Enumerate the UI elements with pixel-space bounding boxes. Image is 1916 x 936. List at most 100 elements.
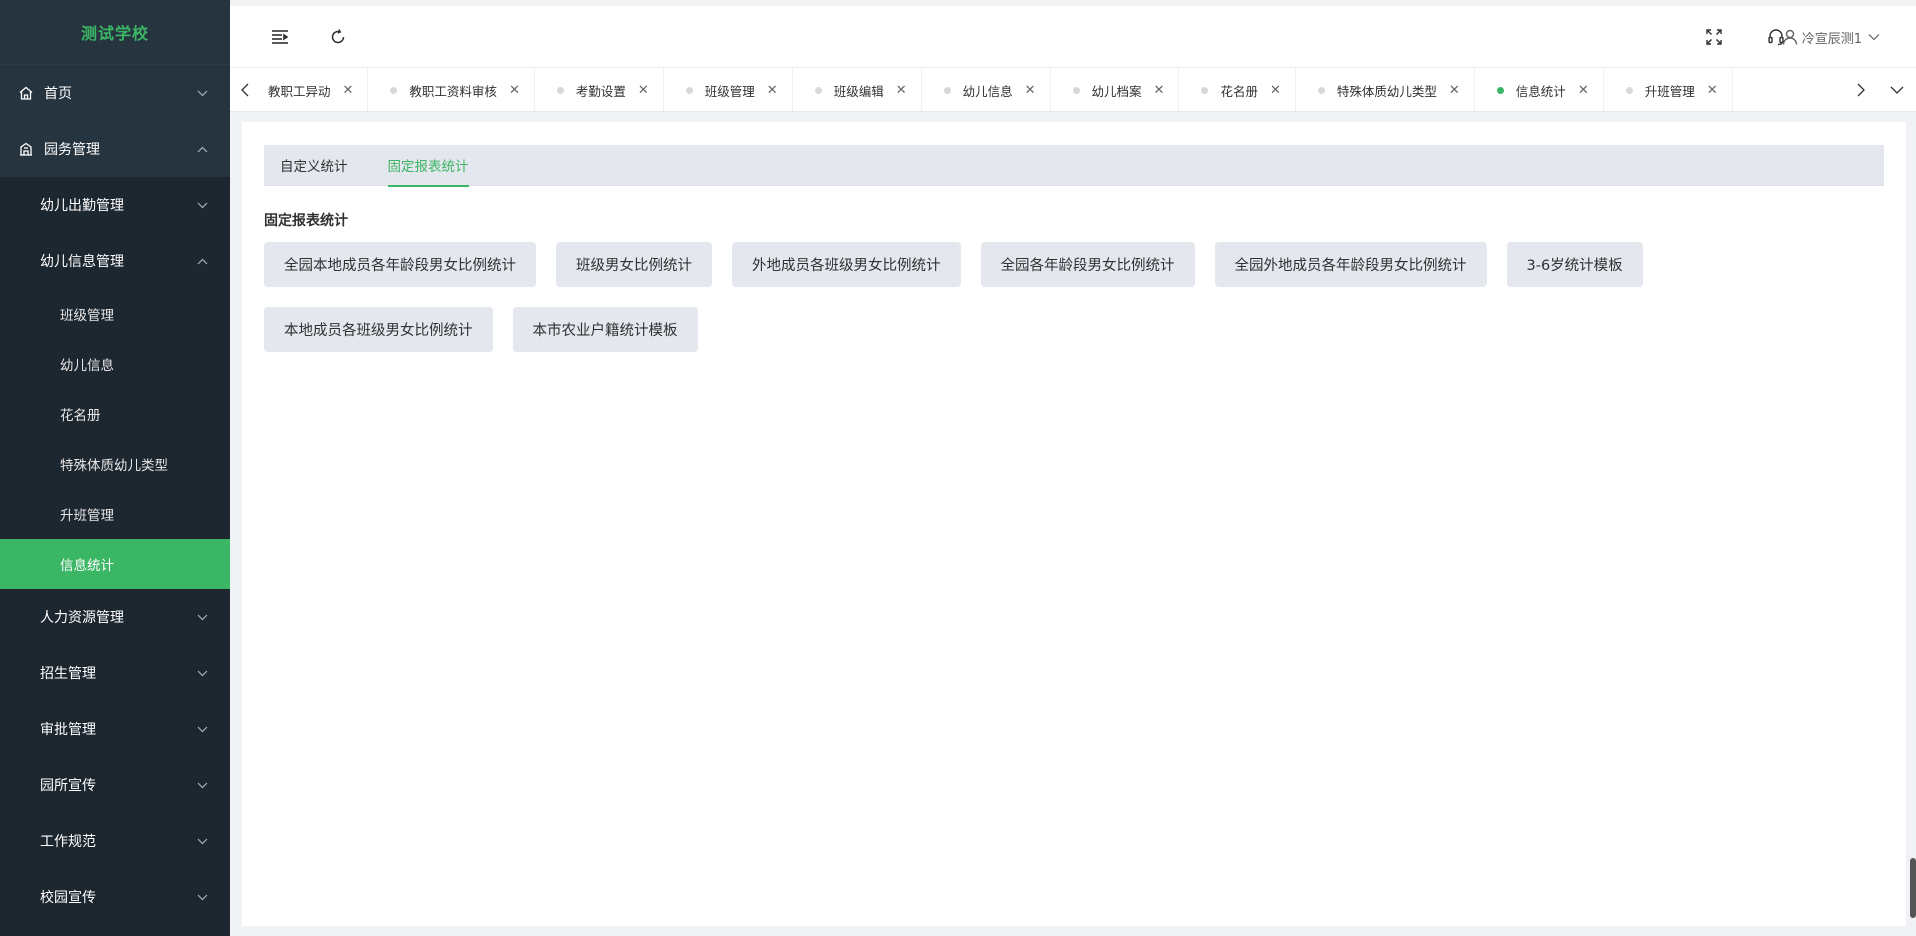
status-dot (556, 86, 564, 94)
sidebar-item-promo[interactable]: 园所宣传 (0, 757, 230, 813)
fullscreen-button[interactable] (1702, 6, 1726, 68)
status-dot (814, 86, 822, 94)
status-dot (390, 86, 398, 94)
collapse-menu-button[interactable] (268, 6, 292, 68)
report-button-nonlocal-class-gender[interactable]: 外地成员各班级男女比例统计 (732, 242, 961, 287)
sidebar-item-label: 特殊体质幼儿类型 (60, 458, 168, 474)
report-button-3-6-template[interactable]: 3-6岁统计模板 (1506, 242, 1643, 287)
tab-promotion[interactable]: 升班管理 ✕ (1604, 68, 1733, 111)
close-icon[interactable]: ✕ (767, 83, 778, 98)
close-icon[interactable]: ✕ (1707, 83, 1718, 98)
tabs-bar: 教职工异动 ✕ 教职工资料审核 ✕ 考勤设置 ✕ 班级管理 ✕ 班级编辑 ✕ 幼儿信息 ✕ … (230, 68, 1916, 112)
sidebar-item-label: 班级管理 (60, 308, 114, 324)
sidebar-item-campus-promo[interactable]: 校园宣传 (0, 869, 230, 925)
sidebar-item-label: 园所宣传 (40, 778, 96, 794)
tab-attendance-settings[interactable]: 考勤设置 ✕ (535, 68, 664, 111)
tab-label: 教职工异动 (268, 83, 331, 99)
chevron-down-icon (196, 835, 208, 847)
chevron-down-icon (196, 779, 208, 791)
sidebar-item-work-rules[interactable]: 工作规范 (0, 813, 230, 869)
tab-child-archive[interactable]: 幼儿档案 ✕ (1051, 68, 1180, 111)
close-icon[interactable]: ✕ (1578, 83, 1589, 98)
sidebar-item-label: 升班管理 (60, 508, 114, 524)
sidebar-item-special-constitution[interactable]: 特殊体质幼儿类型 (0, 439, 230, 489)
close-icon[interactable]: ✕ (509, 83, 520, 98)
chevron-left-icon (241, 83, 249, 97)
tab-child-info[interactable]: 幼儿信息 ✕ (922, 68, 1051, 111)
building-icon (18, 141, 34, 157)
tabs-scroll-left-button[interactable] (230, 68, 260, 111)
tab-class-mgmt[interactable]: 班级管理 ✕ (664, 68, 793, 111)
sidebar-item-label: 幼儿信息 (60, 358, 114, 374)
main-content: 自定义统计 固定报表统计 固定报表统计 全园本地成员各年龄段男女比例统计 班级男… (242, 122, 1906, 926)
sidebar-item-home[interactable]: 首页 (0, 65, 230, 121)
sidebar-item-label: 花名册 (60, 408, 101, 424)
report-button-local-class-gender[interactable]: 本地成员各班级男女比例统计 (264, 307, 493, 352)
tabs-dropdown-button[interactable] (1878, 68, 1916, 111)
report-button-nonlocal-age-gender[interactable]: 全园外地成员各年龄段男女比例统计 (1214, 242, 1487, 287)
sidebar-item-hr[interactable]: 人力资源管理 (0, 589, 230, 645)
sidebar-item-child-info[interactable]: 幼儿信息 (0, 339, 230, 389)
tab-label: 特殊体质幼儿类型 (1336, 83, 1437, 99)
chevron-down-icon (196, 611, 208, 623)
report-button-local-age-gender[interactable]: 全园本地成员各年龄段男女比例统计 (264, 242, 536, 287)
school-name: 测试学校 (80, 24, 149, 43)
sidebar-item-child-info-mgmt[interactable]: 幼儿信息管理 (0, 233, 230, 289)
tab-label: 升班管理 (1644, 83, 1695, 99)
sidebar-item-label: 审批管理 (40, 722, 96, 738)
refresh-button[interactable] (326, 6, 350, 68)
report-button-agri-household-template[interactable]: 本市农业户籍统计模板 (512, 307, 698, 352)
status-dot (1317, 86, 1325, 94)
chevron-down-icon (1890, 86, 1904, 94)
fullscreen-icon (1706, 29, 1722, 45)
sidebar: 测试学校 首页 园务管理 幼儿出勤管理 幼儿信息管理 班级管理 幼儿信息 花名册… (0, 0, 230, 936)
sidebar-item-attendance[interactable]: 幼儿出勤管理 (0, 177, 230, 233)
tab-class-edit[interactable]: 班级编辑 ✕ (793, 68, 922, 111)
chevron-up-icon (196, 143, 208, 155)
chevron-down-icon (196, 891, 208, 903)
report-buttons: 全园本地成员各年龄段男女比例统计 班级男女比例统计 外地成员各班级男女比例统计 … (264, 242, 1884, 372)
sidebar-item-label: 工作规范 (40, 834, 96, 850)
chevron-down-icon (1868, 34, 1880, 41)
tab-label: 班级编辑 (833, 83, 884, 99)
tab-info-stats[interactable]: 信息统计 ✕ (1475, 68, 1604, 111)
report-button-class-gender[interactable]: 班级男女比例统计 (556, 242, 712, 287)
tab-label: 信息统计 (1515, 83, 1566, 99)
home-icon (18, 85, 34, 101)
close-icon[interactable]: ✕ (1449, 83, 1460, 98)
tab-special-constitution[interactable]: 特殊体质幼儿类型 ✕ (1296, 68, 1475, 111)
close-icon[interactable]: ✕ (343, 83, 354, 98)
user-icon (1782, 29, 1797, 45)
tabs-list: 教职工异动 ✕ 教职工资料审核 ✕ 考勤设置 ✕ 班级管理 ✕ 班级编辑 ✕ 幼儿信息 ✕ … (260, 68, 1836, 111)
user-menu[interactable]: 冷宣辰测1 (1782, 6, 1880, 68)
status-dot (1072, 86, 1080, 94)
tab-roster[interactable]: 花名册 ✕ (1179, 68, 1296, 111)
tab-fixed-report-stats[interactable]: 固定报表统计 (387, 145, 469, 187)
logo: 测试学校 (0, 0, 230, 65)
close-icon[interactable]: ✕ (1154, 83, 1165, 98)
close-icon[interactable]: ✕ (896, 83, 907, 98)
tab-custom-stats[interactable]: 自定义统计 (280, 145, 348, 186)
close-icon[interactable]: ✕ (1270, 83, 1281, 98)
close-icon[interactable]: ✕ (638, 83, 649, 98)
menu-fold-icon (272, 30, 289, 44)
tab-staff-change[interactable]: 教职工异动 ✕ (260, 68, 369, 111)
page-scrollbar[interactable] (1910, 858, 1916, 918)
tab-staff-review[interactable]: 教职工资料审核 ✕ (368, 68, 535, 111)
sidebar-item-promotion[interactable]: 升班管理 (0, 489, 230, 539)
sidebar-item-class-mgmt[interactable]: 班级管理 (0, 289, 230, 339)
tabs-scroll-right-button[interactable] (1846, 68, 1876, 111)
status-dot (943, 86, 951, 94)
sidebar-item-label: 招生管理 (40, 666, 96, 682)
sidebar-item-label: 幼儿信息管理 (40, 254, 124, 270)
sidebar-item-info-stats[interactable]: 信息统计 (0, 539, 230, 589)
sidebar-item-enrollment[interactable]: 招生管理 (0, 645, 230, 701)
tab-label: 教职工资料审核 (409, 83, 497, 99)
sidebar-item-roster[interactable]: 花名册 (0, 389, 230, 439)
close-icon[interactable]: ✕ (1025, 83, 1036, 98)
sidebar-item-approval[interactable]: 审批管理 (0, 701, 230, 757)
report-button-all-age-gender[interactable]: 全园各年龄段男女比例统计 (980, 242, 1195, 287)
sidebar-item-label: 信息统计 (60, 558, 114, 574)
sidebar-item-park-affairs[interactable]: 园务管理 (0, 121, 230, 177)
status-dot (685, 86, 693, 94)
